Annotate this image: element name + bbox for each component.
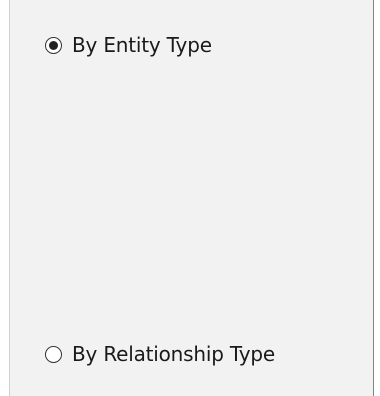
- grouping-options-panel: By Entity Type By Relationship Type: [9, 0, 374, 396]
- by-relationship-type-label: By Relationship Type: [72, 342, 275, 366]
- radio-unselected-icon[interactable]: [45, 345, 62, 363]
- by-relationship-type-option[interactable]: By Relationship Type: [45, 339, 275, 369]
- radio-selected-icon[interactable]: [45, 36, 62, 54]
- by-entity-type-label: By Entity Type: [72, 33, 212, 57]
- by-entity-type-option[interactable]: By Entity Type: [45, 30, 212, 60]
- radio-dot: [49, 40, 58, 50]
